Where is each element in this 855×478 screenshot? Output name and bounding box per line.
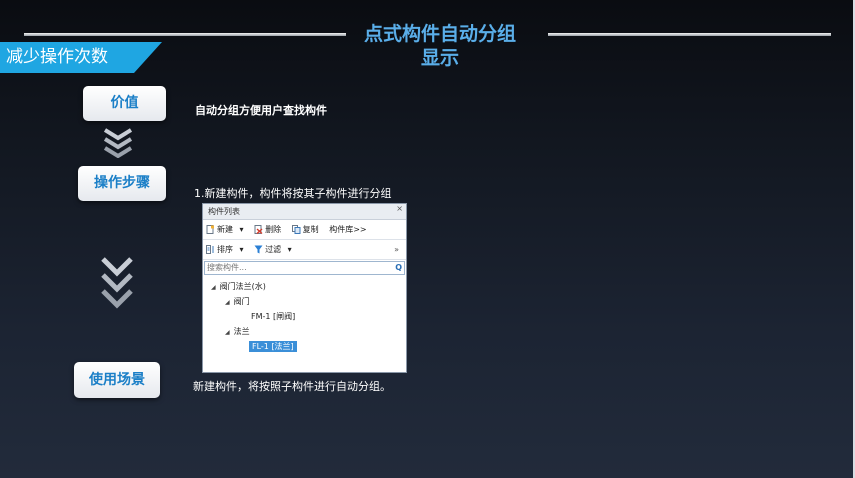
tree-node[interactable]: ◢ 阀门法兰(水) bbox=[203, 279, 406, 294]
search-placeholder: 搜索构件... bbox=[207, 263, 247, 272]
library-button[interactable]: 构件库>> bbox=[329, 225, 366, 234]
sort-icon bbox=[206, 245, 214, 254]
tree-node-label: 阀门法兰(水) bbox=[219, 282, 266, 291]
collapse-toggle-icon[interactable]: ◢ bbox=[225, 325, 230, 340]
tree-node[interactable]: ◢ 阀门 bbox=[203, 294, 406, 309]
filter-dropdown-arrow[interactable]: ▾ bbox=[288, 245, 292, 254]
delete-label: 删除 bbox=[265, 225, 282, 234]
chevron-down-icon bbox=[100, 255, 134, 311]
tree-node-label: 阀门 bbox=[233, 297, 250, 306]
section-banner: 减少操作次数 bbox=[0, 42, 134, 73]
slide-title-line1: 点式构件自动分组 bbox=[363, 23, 516, 45]
slide-title-line2: 显示 bbox=[420, 47, 459, 69]
panel-header: 构件列表 × bbox=[203, 204, 406, 220]
search-icon[interactable]: Q bbox=[395, 262, 402, 274]
filter-icon bbox=[254, 245, 263, 254]
value-pill: 价值 bbox=[83, 86, 166, 121]
new-dropdown-arrow[interactable]: ▾ bbox=[240, 225, 244, 234]
collapse-toggle-icon[interactable]: ◢ bbox=[225, 295, 230, 310]
filter-button[interactable]: 过滤 ▾ bbox=[254, 245, 296, 254]
value-description: 自动分组方便用户查找构件 bbox=[195, 104, 327, 117]
component-tree: ◢ 阀门法兰(水) ◢ 阀门 FM-1 [闸阀] ◢ 法兰 FL-1 [法兰] bbox=[203, 276, 406, 354]
tree-node-selected[interactable]: FL-1 [法兰] bbox=[203, 339, 406, 354]
search-input[interactable]: 搜索构件... Q bbox=[204, 261, 405, 275]
title-rule-left bbox=[24, 33, 346, 36]
new-icon bbox=[206, 225, 214, 234]
sort-button[interactable]: 排序 ▾ bbox=[206, 245, 250, 254]
filter-label: 过滤 bbox=[265, 245, 282, 254]
section-banner-tail bbox=[134, 42, 162, 73]
copy-label: 复制 bbox=[302, 225, 319, 234]
new-button[interactable]: 新建 ▾ bbox=[206, 225, 250, 234]
panel-toolbar-1: 新建 ▾ 删除 复制 构件库>> bbox=[203, 220, 406, 240]
usage-description: 新建构件，将按照子构件进行自动分组。 bbox=[193, 380, 391, 393]
tree-node-label: FM-1 [闸阀] bbox=[251, 312, 296, 321]
component-list-panel: 构件列表 × 新建 ▾ 删除 复制 构件库>> 排序 ▾ 过滤 ▾ » 搜索构件… bbox=[202, 203, 407, 373]
collapse-toggle-icon[interactable]: ◢ bbox=[211, 280, 216, 295]
delete-button[interactable]: 删除 bbox=[254, 225, 288, 234]
panel-title: 构件列表 bbox=[208, 207, 240, 216]
close-icon[interactable]: × bbox=[396, 204, 403, 216]
steps-description: 1.新建构件，构件将按其子构件进行分组 bbox=[194, 187, 392, 200]
copy-icon bbox=[291, 225, 301, 234]
tree-node-label: 法兰 bbox=[233, 327, 250, 336]
steps-pill: 操作步骤 bbox=[78, 166, 166, 201]
usage-pill: 使用场景 bbox=[74, 362, 160, 398]
delete-icon bbox=[254, 225, 263, 234]
tree-node[interactable]: ◢ 法兰 bbox=[203, 324, 406, 339]
tree-node-label: FL-1 [法兰] bbox=[249, 341, 297, 352]
tree-node[interactable]: FM-1 [闸阀] bbox=[203, 309, 406, 324]
title-rule-right bbox=[548, 33, 831, 36]
panel-toolbar-2: 排序 ▾ 过滤 ▾ » bbox=[203, 240, 406, 260]
new-label: 新建 bbox=[217, 225, 233, 234]
toolbar-overflow-icon[interactable]: » bbox=[394, 240, 399, 259]
slide-title: 点式构件自动分组 显示 bbox=[340, 22, 540, 70]
chevron-down-icon bbox=[102, 126, 134, 158]
sort-label: 排序 bbox=[217, 245, 233, 254]
copy-button[interactable]: 复制 bbox=[291, 225, 326, 234]
sort-dropdown-arrow[interactable]: ▾ bbox=[240, 245, 244, 254]
